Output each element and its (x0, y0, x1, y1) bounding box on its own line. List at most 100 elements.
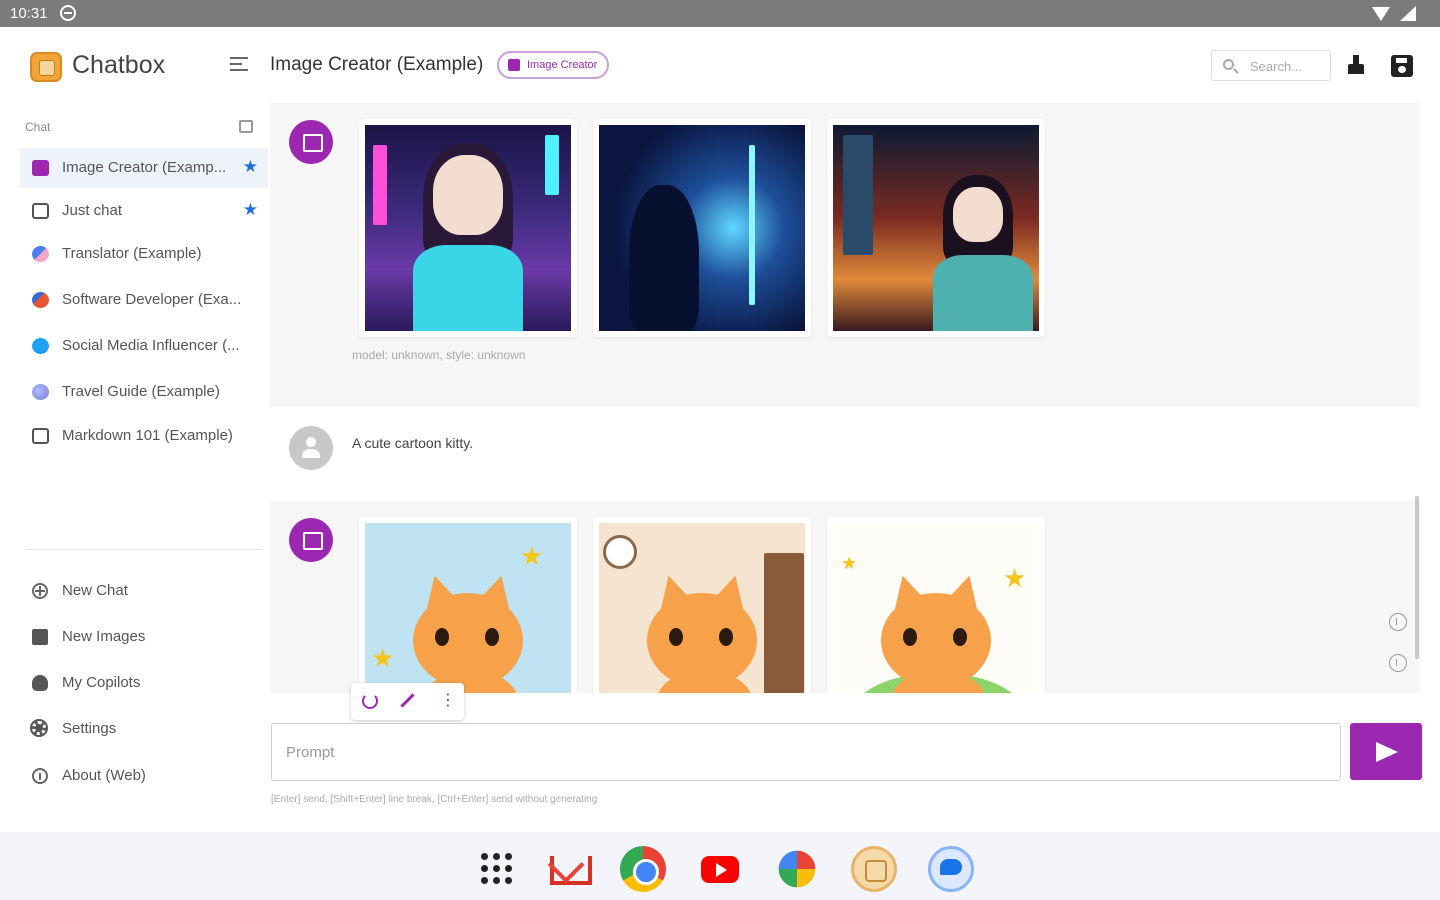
developer-avatar (32, 292, 49, 308)
about-button[interactable]: About (Web) (30, 762, 260, 790)
copilot-badge: Image Creator (497, 51, 610, 79)
badge-label: Image Creator (527, 59, 598, 71)
search-box[interactable]: Search... (1211, 50, 1331, 81)
status-bar: 10:31 (0, 0, 1440, 27)
clean-messages-icon[interactable] (1346, 55, 1368, 77)
cat-eye (435, 628, 449, 646)
sidebar-item-travel-guide[interactable]: Travel Guide (Example) (20, 372, 268, 412)
cat-head (647, 593, 757, 688)
sidebar-item-software-developer[interactable]: Software Developer (Exa... (20, 280, 268, 320)
signal-icon (1400, 6, 1416, 21)
messages-icon[interactable] (928, 846, 974, 892)
translator-avatar (32, 246, 49, 262)
user-message-text: A cute cartoon kitty. (352, 435, 474, 451)
user-avatar (289, 426, 333, 470)
sidebar-item-social-media-influencer[interactable]: Social Media Influencer (... (20, 326, 268, 366)
chat-bubble-icon (32, 428, 49, 444)
star-decoration: ★ (841, 553, 858, 573)
regenerate-icon[interactable] (362, 693, 378, 709)
app-launcher-icon[interactable] (474, 846, 520, 892)
generated-image[interactable] (827, 119, 1045, 337)
sidebar-item-markdown-101[interactable]: Markdown 101 (Example) (20, 416, 268, 456)
assistant-avatar (289, 120, 333, 164)
chrome-icon[interactable] (620, 846, 666, 892)
sidebar-item-label: Travel Guide (Example) (62, 383, 220, 400)
gear-icon (30, 719, 48, 737)
save-icon[interactable] (1391, 55, 1413, 77)
sidebar-item-just-chat[interactable]: Just chat ★ (20, 191, 268, 231)
city-light (749, 145, 755, 305)
assistant-message: model: unknown, style: unknown (270, 103, 1420, 407)
chat-title[interactable]: Image Creator (Example) (270, 54, 483, 76)
generated-image[interactable] (593, 119, 811, 337)
search-placeholder: Search... (1250, 59, 1303, 74)
star-icon[interactable]: ★ (243, 200, 258, 220)
new-images-label: New Images (62, 628, 146, 645)
girl-face (433, 155, 503, 235)
assistant-avatar (289, 518, 333, 562)
cartoon-cat-image (599, 523, 805, 693)
new-images-button[interactable]: New Images (30, 623, 260, 651)
travel-avatar (32, 384, 49, 400)
my-copilots-button[interactable]: My Copilots (30, 669, 260, 697)
plus-circle-icon (32, 583, 48, 599)
generated-image[interactable]: ★ ★ (827, 517, 1045, 693)
google-photos-icon[interactable] (778, 850, 816, 888)
girl-face (953, 187, 1003, 242)
generated-image[interactable]: ★ ★ (359, 517, 577, 693)
scrollbar[interactable] (1415, 496, 1419, 659)
star-decoration: ★ (371, 643, 395, 673)
bookshelf-decoration (764, 553, 804, 693)
cat-eye (719, 628, 733, 646)
sidebar-item-label: Image Creator (Examp... (62, 159, 227, 176)
images-icon (32, 629, 48, 645)
generated-image[interactable] (359, 119, 577, 337)
send-button[interactable] (1350, 723, 1422, 780)
image-icon (32, 160, 49, 176)
about-label: About (Web) (62, 767, 146, 784)
sidebar-item-label: Software Developer (Exa... (62, 291, 242, 308)
anime-girl-image (365, 125, 571, 331)
more-options-icon[interactable] (436, 690, 456, 710)
scroll-to-bottom-icon[interactable] (1389, 654, 1407, 672)
neon-sign (545, 135, 559, 195)
youtube-icon[interactable] (697, 846, 743, 892)
send-icon (1376, 742, 1398, 762)
settings-button[interactable]: Settings (30, 715, 260, 743)
anime-girl-image (833, 125, 1039, 331)
new-chat-button[interactable]: New Chat (30, 577, 260, 605)
prompt-input[interactable] (271, 723, 1341, 781)
message-list[interactable]: model: unknown, style: unknown A cute ca… (270, 103, 1420, 693)
sidebar-item-image-creator[interactable]: Image Creator (Examp... ★ (20, 148, 268, 188)
sync-icon (60, 5, 76, 21)
chatbox-logo-icon (30, 52, 62, 82)
cat-eye (903, 628, 917, 646)
generated-image[interactable] (593, 517, 811, 693)
star-icon[interactable]: ★ (243, 157, 258, 177)
scroll-to-top-icon[interactable] (1389, 613, 1407, 631)
sidebar-section-label: Chat (25, 120, 51, 134)
search-icon (1223, 59, 1234, 70)
sidebar-item-label: Translator (Example) (62, 245, 202, 262)
cartoon-cat-image: ★ ★ (365, 523, 571, 693)
app-name: Chatbox (72, 51, 166, 79)
info-icon (32, 768, 48, 784)
status-time: 10:31 (10, 5, 48, 22)
app-header: Chatbox Image Creator (Example) Image Cr… (0, 27, 1440, 103)
chatbox-app-icon[interactable] (851, 846, 897, 892)
message-toolbar (351, 683, 464, 720)
girl-body (933, 255, 1033, 331)
sidebar-item-label: Social Media Influencer (... (62, 337, 240, 354)
gmail-icon[interactable] (544, 846, 592, 892)
sidebar-item-translator[interactable]: Translator (Example) (20, 234, 268, 274)
sidebar-item-label: Markdown 101 (Example) (62, 427, 233, 444)
image-icon (508, 59, 520, 71)
edit-icon[interactable] (399, 693, 415, 709)
my-copilots-label: My Copilots (62, 674, 141, 691)
girl-body (413, 245, 523, 331)
settings-label: Settings (62, 720, 117, 737)
archive-icon[interactable] (239, 120, 253, 133)
sidebar-item-label: Just chat (62, 202, 123, 219)
menu-toggle-icon[interactable] (230, 57, 248, 71)
cat-eye (953, 628, 967, 646)
